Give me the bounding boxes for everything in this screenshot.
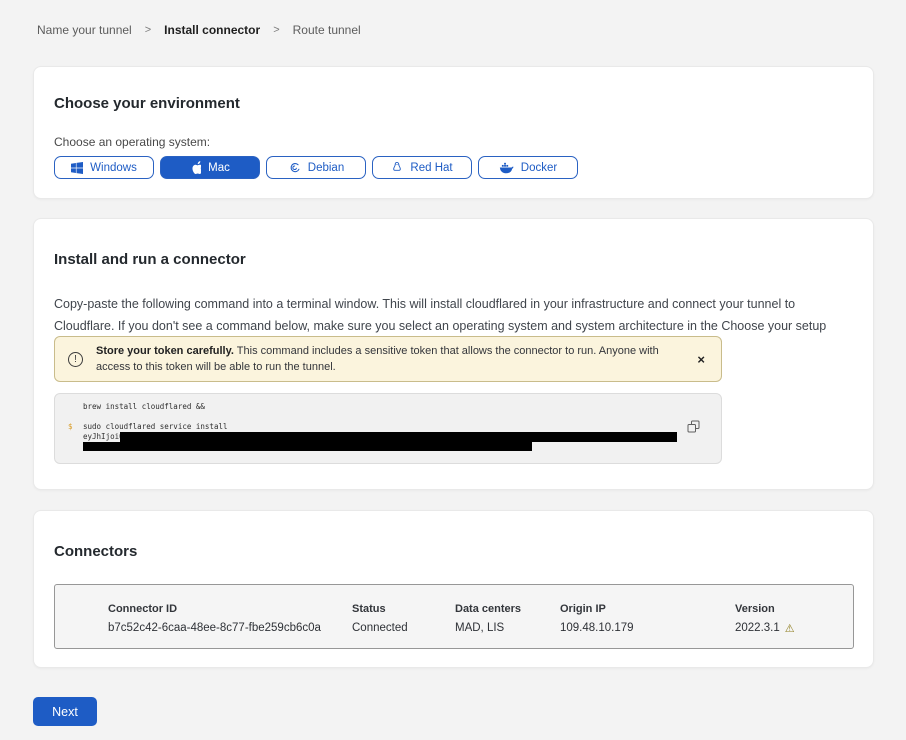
os-button-redhat[interactable]: Red Hat	[372, 156, 472, 179]
os-button-docker[interactable]: Docker	[478, 156, 578, 179]
os-button-label: Docker	[521, 162, 557, 174]
os-button-label: Mac	[208, 162, 230, 174]
breadcrumb-name-your-tunnel[interactable]: Name your tunnel	[37, 23, 132, 37]
os-button-debian[interactable]: Debian	[266, 156, 366, 179]
install-connector-card: Install and run a connector Copy-paste t…	[33, 218, 874, 490]
os-select-label: Choose an operating system:	[54, 135, 210, 149]
debian-icon	[288, 161, 301, 174]
column-header-status: Status	[352, 603, 386, 615]
token-warning-title: Store your token carefully.	[96, 345, 234, 357]
breadcrumb-install-connector[interactable]: Install connector	[164, 23, 260, 37]
version-value: 2022.3.1	[735, 622, 780, 634]
breadcrumb-separator: >	[273, 24, 279, 36]
connectors-card: Connectors Connector ID Status Data cent…	[33, 510, 874, 668]
breadcrumb-route-tunnel[interactable]: Route tunnel	[293, 23, 361, 37]
token-warning-text: Store your token carefully. This command…	[96, 343, 681, 375]
environment-card-title: Choose your environment	[54, 95, 240, 112]
connector-id-value: b7c52c42-6caa-48ee-8c77-fbe259cb6c0a	[108, 622, 321, 634]
column-header-version: Version	[735, 603, 775, 615]
token-redaction-bar	[83, 442, 532, 451]
version-cell: 2022.3.1 ⚠	[735, 622, 795, 634]
copy-icon[interactable]	[687, 420, 700, 433]
close-icon[interactable]: ×	[693, 353, 709, 366]
warning-triangle-icon: ⚠	[785, 623, 795, 634]
os-button-label: Red Hat	[410, 162, 452, 174]
breadcrumb-separator: >	[145, 24, 151, 36]
token-warning-banner: ! Store your token carefully. This comma…	[54, 336, 722, 382]
shell-prompt: $	[68, 422, 73, 431]
redhat-icon	[391, 161, 403, 174]
alert-circle-icon: !	[68, 352, 83, 367]
status-badge: Connected	[352, 622, 408, 634]
os-button-windows[interactable]: Windows	[54, 156, 154, 179]
os-button-label: Debian	[308, 162, 344, 174]
command-line-2: sudo cloudflared service install	[83, 422, 228, 431]
os-button-group: Windows Mac Debian Red Hat	[54, 156, 578, 179]
column-header-origin-ip: Origin IP	[560, 603, 606, 615]
command-line-1: brew install cloudflared &&	[83, 402, 205, 411]
connectors-table: Connector ID Status Data centers Origin …	[54, 584, 854, 649]
data-centers-value: MAD, LIS	[455, 622, 504, 634]
installer-card-title: Install and run a connector	[54, 251, 246, 268]
apple-icon	[190, 161, 201, 174]
install-command-block: brew install cloudflared && $ sudo cloud…	[54, 393, 722, 464]
docker-icon	[499, 162, 514, 174]
breadcrumb: Name your tunnel > Install connector > R…	[37, 23, 361, 37]
next-button[interactable]: Next	[33, 697, 97, 726]
os-button-mac[interactable]: Mac	[160, 156, 260, 179]
choose-environment-card: Choose your environment Choose an operat…	[33, 66, 874, 199]
connectors-card-title: Connectors	[54, 543, 137, 560]
column-header-connector-id: Connector ID	[108, 603, 177, 615]
token-prefix: eyJhIjoiO	[83, 432, 124, 441]
tunnel-setup-page: Name your tunnel > Install connector > R…	[0, 0, 906, 740]
origin-ip-value: 109.48.10.179	[560, 622, 634, 634]
token-redaction-bar	[120, 432, 677, 442]
column-header-data-centers: Data centers	[455, 603, 521, 615]
windows-icon	[71, 162, 83, 174]
os-button-label: Windows	[90, 162, 137, 174]
